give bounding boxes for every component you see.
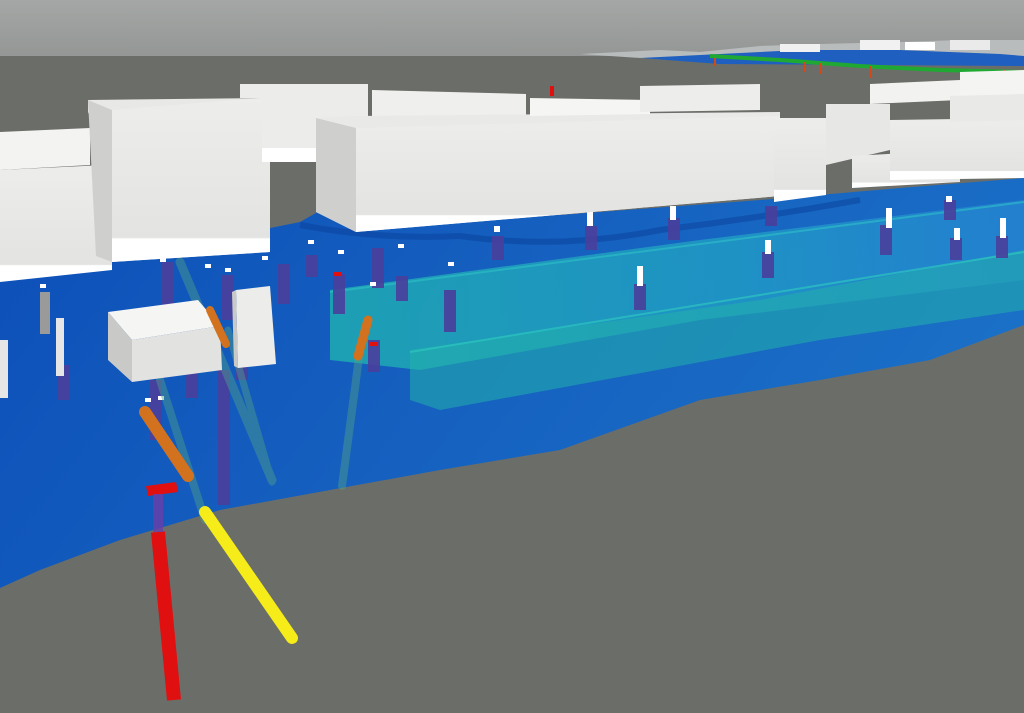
3d-scene-view[interactable] — [0, 0, 1024, 713]
